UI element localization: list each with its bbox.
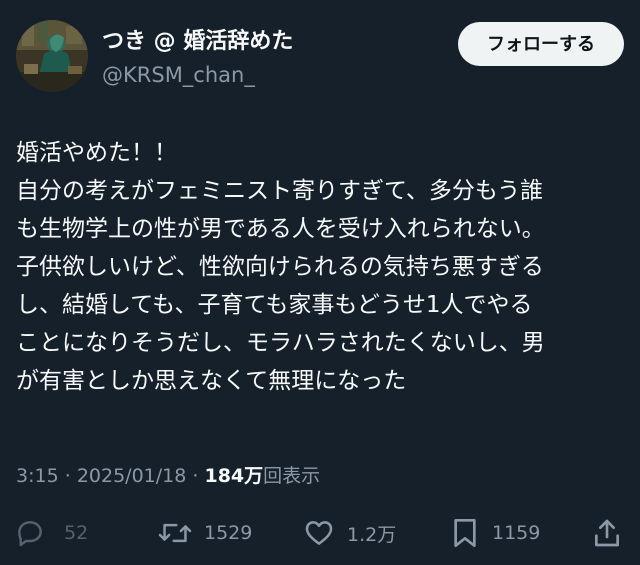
avatar-illustration [16,20,88,92]
tweet-line: ことになりそうだし、モラハラされたくないし、男 [16,330,545,356]
tweet-line: 子供欲しいけど、性欲向けられるの気持ち悪すぎる [16,254,544,280]
reply-count: 52 [64,522,89,544]
share-button[interactable] [592,510,622,556]
action-bar: 52 1529 1.2万 1159 [0,510,640,556]
views-label: 回表示 [263,465,321,487]
tweet-line: も生物学上の性が男である人を受け入れられない。 [16,216,545,242]
tweet-line: 自分の考えがフェミニスト寄りすぎて、多分もう誰 [16,178,544,204]
display-name[interactable]: つき @ 婚活辞めた [102,28,293,56]
heart-icon [303,517,335,549]
share-icon [592,517,622,549]
tweet-line: し、結婚しても、子育ても家事もどうせ1人でやる [16,292,533,318]
retweet-button[interactable]: 1529 [158,510,252,556]
follow-button[interactable]: フォローする [458,22,624,66]
bookmark-icon [450,517,480,549]
reply-button[interactable]: 52 [14,510,88,556]
tweet-line: 婚活やめた！！ [16,140,177,166]
retweet-icon [158,517,192,549]
tweet-date[interactable]: 2025/01/18 [77,465,187,487]
reply-icon [14,517,46,549]
tweet-text: 婚活やめた！！ 自分の考えがフェミニスト寄りすぎて、多分もう誰 も生物学上の性が… [16,134,628,400]
retweet-count: 1529 [204,522,253,544]
bookmark-button[interactable]: 1159 [450,510,540,556]
meta-separator: · [192,465,199,487]
tweet-time[interactable]: 3:15 [16,465,59,487]
tweet-meta: 3:15 · 2025/01/18 · 184万回表示 [16,462,320,490]
like-count: 1.2万 [347,523,397,546]
bookmark-count: 1159 [492,522,541,544]
meta-separator: · [64,465,71,487]
user-names: つき @ 婚活辞めた @KRSM_chan_ [102,28,293,90]
tweet-line: が有害としか思えなくて無理になった [16,368,407,394]
avatar[interactable] [16,20,88,92]
views-count: 184万 [204,465,264,487]
like-button[interactable]: 1.2万 [303,510,396,556]
tweet-header: つき @ 婚活辞めた @KRSM_chan_ フォローする [16,16,624,96]
user-handle[interactable]: @KRSM_chan_ [102,60,293,90]
